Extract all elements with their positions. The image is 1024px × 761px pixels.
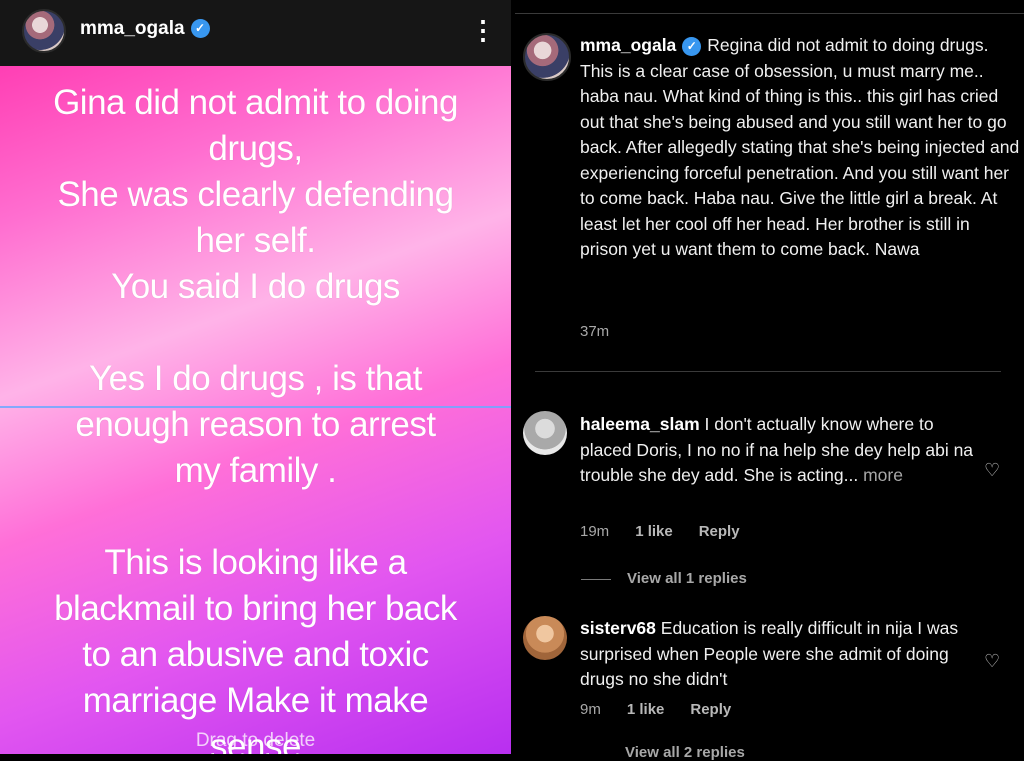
divider	[515, 13, 1024, 14]
drag-guide-line	[0, 406, 511, 408]
story-header: mma_ogala ✓ ⋮	[0, 0, 511, 66]
verified-badge-icon: ✓	[682, 36, 702, 56]
heart-outline-icon[interactable]: ♡	[984, 460, 1000, 481]
reply-button[interactable]: Reply	[699, 523, 740, 540]
story-line: You said I do drugs	[111, 267, 400, 306]
story-username[interactable]: mma_ogala	[80, 18, 185, 39]
comment-meta: 9m 1 like Reply	[580, 701, 731, 718]
story-line-blank	[0, 494, 511, 540]
comment: haleema_slam I don't actually know where…	[580, 412, 975, 489]
more-vertical-icon[interactable]: ⋮	[470, 14, 496, 46]
story-avatar[interactable]	[22, 9, 66, 53]
view-replies-button[interactable]: View all 2 replies	[625, 744, 745, 761]
story-viewer: mma_ogala ✓ ⋮ Gina did not admit to doing…	[0, 0, 511, 754]
post-text: Regina did not admit to doing drugs. Thi…	[580, 35, 1020, 259]
comment-username[interactable]: haleema_slam	[580, 414, 700, 434]
story-line-blank	[0, 310, 511, 356]
post-caption: mma_ogala ✓ Regina did not admit to doing …	[580, 33, 1020, 263]
comment: sisterv68 Education is really difficult …	[580, 616, 975, 693]
comment-avatar[interactable]	[523, 616, 567, 660]
comment-time: 9m	[580, 701, 601, 718]
comment-avatar[interactable]	[523, 411, 567, 455]
story-line: to an abusive and toxic	[82, 635, 429, 674]
story-line: enough reason to arrest	[75, 405, 436, 444]
comment-username[interactable]: sisterv68	[580, 618, 656, 638]
story-username-row[interactable]: mma_ogala ✓	[80, 18, 210, 40]
heart-outline-icon[interactable]: ♡	[984, 651, 1000, 672]
comment-likes[interactable]: 1 like	[627, 701, 665, 718]
replies-dash	[581, 578, 611, 580]
comment-meta: 19m 1 like Reply	[580, 523, 740, 540]
story-text: Gina did not admit to doing drugs, She w…	[0, 80, 511, 754]
divider	[535, 371, 1001, 372]
story-line: drugs,	[208, 129, 303, 168]
post-username[interactable]: mma_ogala	[580, 35, 676, 55]
post-timestamp: 37m	[580, 323, 610, 340]
comment-likes[interactable]: 1 like	[635, 523, 673, 540]
story-line: Yes I do drugs , is that	[88, 359, 423, 398]
verified-badge-icon: ✓	[190, 19, 210, 39]
comment-time: 19m	[580, 523, 610, 540]
story-line: blackmail to bring her back	[54, 589, 457, 628]
more-link[interactable]: more	[863, 465, 903, 485]
comments-panel: mma_ogala ✓ Regina did not admit to doing …	[515, 0, 1024, 761]
reply-button[interactable]: Reply	[690, 701, 731, 718]
story-line: She was clearly defending	[57, 175, 454, 214]
post-author-avatar[interactable]	[523, 33, 571, 81]
story-line: Gina did not admit to doing	[53, 83, 458, 122]
story-line: my family .	[174, 451, 337, 490]
story-line: marriage Make it make	[82, 681, 429, 720]
drag-to-delete-label[interactable]: Drag to delete	[0, 730, 511, 752]
story-line: her self.	[195, 221, 317, 260]
view-replies-button[interactable]: View all 1 replies	[581, 570, 747, 587]
story-canvas: Gina did not admit to doing drugs, She w…	[0, 66, 511, 754]
story-line: This is looking like a	[104, 543, 407, 582]
view-replies-label[interactable]: View all 1 replies	[627, 570, 747, 587]
